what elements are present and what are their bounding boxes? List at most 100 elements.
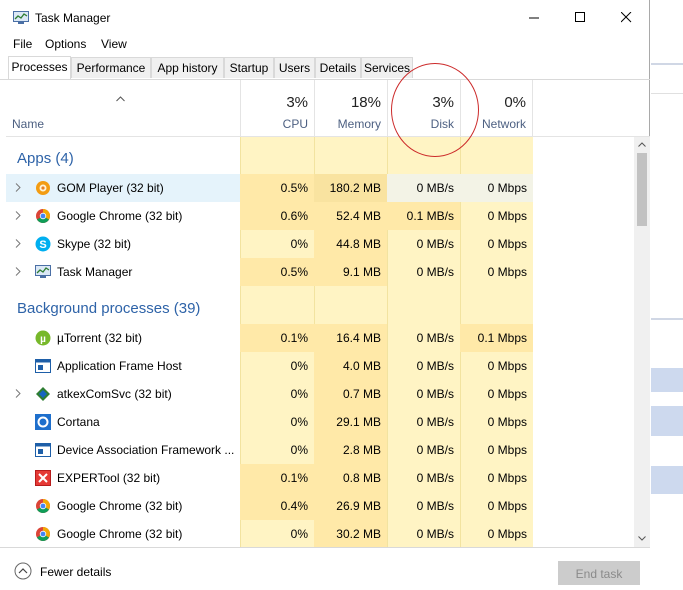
process-row[interactable]: 0% 0.7 MB 0 MB/s 0 Mbps atkexComSvc (32 bit) bbox=[6, 380, 634, 408]
process-name: Google Chrome (32 bit) bbox=[57, 499, 183, 513]
column-name-header[interactable]: Name bbox=[12, 117, 44, 131]
tab-services[interactable]: Services bbox=[361, 57, 413, 78]
process-memory-value: 0.7 MB bbox=[314, 380, 387, 408]
process-cpu-value: 0.1% bbox=[240, 464, 314, 492]
tab-performance[interactable]: Performance bbox=[71, 57, 151, 78]
column-network-header[interactable]: 0% Network bbox=[460, 80, 533, 136]
minimize-icon bbox=[528, 17, 539, 18]
process-disk-value: 0 MB/s bbox=[416, 359, 454, 373]
process-cpu-value: 0.5% bbox=[240, 258, 314, 286]
utorrent-icon: µ bbox=[35, 330, 51, 346]
expand-chevron-icon[interactable] bbox=[14, 388, 22, 399]
fewer-details-link[interactable]: Fewer details bbox=[40, 565, 111, 579]
process-disk-value: 0 MB/s bbox=[416, 527, 454, 541]
apps-group-header: Apps (4) bbox=[6, 144, 634, 172]
process-row[interactable]: 0.6% 52.4 MB 0.1 MB/s 0 Mbps Google Chrome (… bbox=[6, 202, 634, 230]
process-name: Google Chrome (32 bit) bbox=[57, 527, 183, 541]
process-network-value: 0 Mbps bbox=[487, 471, 527, 485]
process-row[interactable]: 0% 29.1 MB 0 MB/s 0 Mbps Cortana bbox=[6, 408, 634, 436]
expand-chevron-icon[interactable] bbox=[14, 238, 22, 249]
task-manager-window: Task Manager File Options View Processes… bbox=[0, 0, 650, 590]
scroll-down-icon[interactable] bbox=[638, 536, 646, 541]
scroll-up-icon[interactable] bbox=[638, 142, 646, 147]
background-window-edge bbox=[651, 63, 683, 65]
process-memory-value: 52.4 MB bbox=[314, 202, 387, 230]
expand-chevron-icon[interactable] bbox=[14, 182, 22, 193]
sort-up-chevron-icon bbox=[116, 96, 125, 102]
process-row[interactable]: 0% 4.0 MB 0 MB/s 0 Mbps Application Frame Ho… bbox=[6, 352, 634, 380]
process-memory-value: 44.8 MB bbox=[314, 230, 387, 258]
footer-bar: Fewer details End task bbox=[0, 547, 650, 590]
expand-chevron-icon[interactable] bbox=[14, 266, 22, 277]
process-disk-value: 0 MB/s bbox=[387, 174, 460, 202]
process-row[interactable]: 0.1% 0.8 MB 0 MB/s 0 Mbps EXPERTool (32 bit) bbox=[6, 464, 634, 492]
maximize-button[interactable] bbox=[557, 0, 603, 34]
process-disk-value: 0 MB/s bbox=[416, 265, 454, 279]
process-network-value: 0 Mbps bbox=[487, 209, 527, 223]
vertical-scrollbar[interactable] bbox=[634, 137, 650, 547]
process-name: Device Association Framework ... bbox=[57, 443, 235, 457]
process-row[interactable]: 0.1% 16.4 MB 0 MB/s 0.1 Mbps µ µTorrent (32 b… bbox=[6, 324, 634, 352]
tab-startup[interactable]: Startup bbox=[224, 57, 274, 78]
process-network-value: 0 Mbps bbox=[487, 265, 527, 279]
process-network-value: 0 Mbps bbox=[487, 387, 527, 401]
process-network-value: 0 Mbps bbox=[487, 499, 527, 513]
background-group-label: Background processes (39) bbox=[17, 300, 201, 317]
process-name: GOM Player (32 bit) bbox=[57, 181, 164, 195]
cpu-header-label: CPU bbox=[282, 117, 308, 131]
chevron-up-circle-icon[interactable] bbox=[14, 562, 32, 580]
expertool-icon bbox=[35, 470, 51, 486]
process-row[interactable]: 0% 44.8 MB 0 MB/s 0 Mbps S Skype (32 bit) bbox=[6, 230, 634, 258]
column-cpu-header[interactable]: 3% CPU bbox=[240, 80, 314, 136]
menu-options[interactable]: Options bbox=[45, 37, 86, 51]
process-network-value: 0 Mbps bbox=[460, 174, 533, 202]
tab-processes[interactable]: Processes bbox=[8, 56, 71, 79]
menu-view[interactable]: View bbox=[101, 37, 127, 51]
minimize-button[interactable] bbox=[511, 0, 557, 34]
skype-icon: S bbox=[35, 236, 51, 252]
expand-chevron-icon[interactable] bbox=[14, 210, 22, 221]
background-group-header: Background processes (39) bbox=[6, 294, 634, 322]
process-disk-value: 0 MB/s bbox=[416, 499, 454, 513]
menu-file[interactable]: File bbox=[13, 37, 32, 51]
process-row[interactable]: 0.4% 26.9 MB 0 MB/s 0 Mbps Google Chrome (32… bbox=[6, 492, 634, 520]
process-network-value: 0.1 Mbps bbox=[460, 324, 533, 352]
task-manager-icon bbox=[35, 264, 51, 280]
process-name: Cortana bbox=[57, 415, 100, 429]
end-task-button[interactable]: End task bbox=[558, 561, 640, 585]
process-row[interactable]: 0% 30.2 MB 0 MB/s 0 Mbps Google Chrome (32 b… bbox=[6, 520, 634, 547]
process-list: Apps (4) Background processes (39) 0.5% 1… bbox=[6, 137, 634, 547]
tab-details[interactable]: Details bbox=[315, 57, 361, 78]
process-row[interactable]: 0.5% 180.2 MB 0 MB/s 0 Mbps GOM Player (32 b… bbox=[6, 174, 634, 202]
process-memory-value: 180.2 MB bbox=[314, 174, 387, 202]
process-memory-value: 26.9 MB bbox=[314, 492, 387, 520]
process-cpu-value: 0% bbox=[290, 237, 308, 251]
process-row[interactable]: 0.5% 9.1 MB 0 MB/s 0 Mbps Task Manager bbox=[6, 258, 634, 286]
menu-bar bbox=[0, 34, 650, 54]
network-total-percent: 0% bbox=[504, 94, 526, 111]
column-memory-header[interactable]: 18% Memory bbox=[314, 80, 387, 136]
background-window-row bbox=[651, 406, 683, 436]
process-cpu-value: 0.6% bbox=[240, 202, 314, 230]
process-name: µTorrent (32 bit) bbox=[57, 331, 142, 345]
process-row[interactable]: 0% 2.8 MB 0 MB/s 0 Mbps Device Association F… bbox=[6, 436, 634, 464]
scrollbar-thumb[interactable] bbox=[637, 153, 647, 226]
tab-users[interactable]: Users bbox=[274, 57, 315, 78]
process-disk-value: 0.1 MB/s bbox=[387, 202, 460, 230]
cortana-icon bbox=[35, 414, 51, 430]
process-memory-value: 29.1 MB bbox=[314, 408, 387, 436]
process-memory-value: 4.0 MB bbox=[314, 352, 387, 380]
title-bar[interactable]: Task Manager bbox=[0, 0, 650, 34]
process-memory-value: 16.4 MB bbox=[314, 324, 387, 352]
close-icon bbox=[620, 11, 631, 22]
process-network-value: 0 Mbps bbox=[487, 359, 527, 373]
apps-group-label: Apps (4) bbox=[17, 150, 74, 167]
close-button[interactable] bbox=[603, 0, 649, 34]
cpu-total-percent: 3% bbox=[286, 94, 308, 111]
column-disk-header[interactable]: 3% Disk bbox=[387, 80, 460, 136]
process-cpu-value: 0% bbox=[290, 359, 308, 373]
process-cpu-value: 0% bbox=[290, 415, 308, 429]
process-network-value: 0 Mbps bbox=[487, 415, 527, 429]
tab-app-history[interactable]: App history bbox=[151, 57, 224, 78]
process-disk-value: 0 MB/s bbox=[416, 415, 454, 429]
